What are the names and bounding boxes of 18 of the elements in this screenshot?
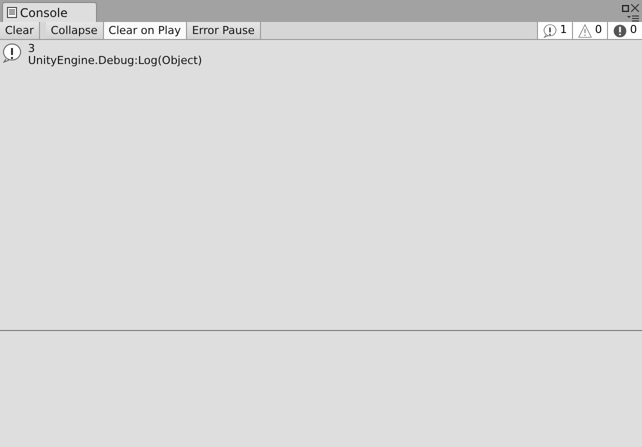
window-title: Console: [20, 4, 68, 22]
menu-icon[interactable]: [627, 15, 640, 22]
toolbar-button[interactable]: Error Pause: [186, 22, 261, 39]
error-filter-button[interactable]: 0: [607, 22, 642, 39]
toolbar-button[interactable]: Clear on Play: [104, 22, 187, 39]
error-icon: [613, 24, 627, 38]
info-filter-button[interactable]: 1: [537, 22, 572, 39]
info-icon: [2, 43, 22, 63]
log-message: 3: [28, 43, 36, 55]
warning-filter-button[interactable]: 0: [572, 22, 607, 39]
document-icon: [7, 7, 17, 18]
log-trace: UnityEngine.Debug:Log(Object): [28, 55, 202, 67]
toolbar-button[interactable]: Clear: [0, 22, 40, 39]
toolbar-button[interactable]: Collapse: [46, 22, 104, 39]
close-icon[interactable]: [631, 4, 640, 12]
maximize-icon[interactable]: [622, 4, 628, 12]
console-tab[interactable]: Console: [2, 2, 97, 22]
info-icon: [543, 24, 557, 38]
